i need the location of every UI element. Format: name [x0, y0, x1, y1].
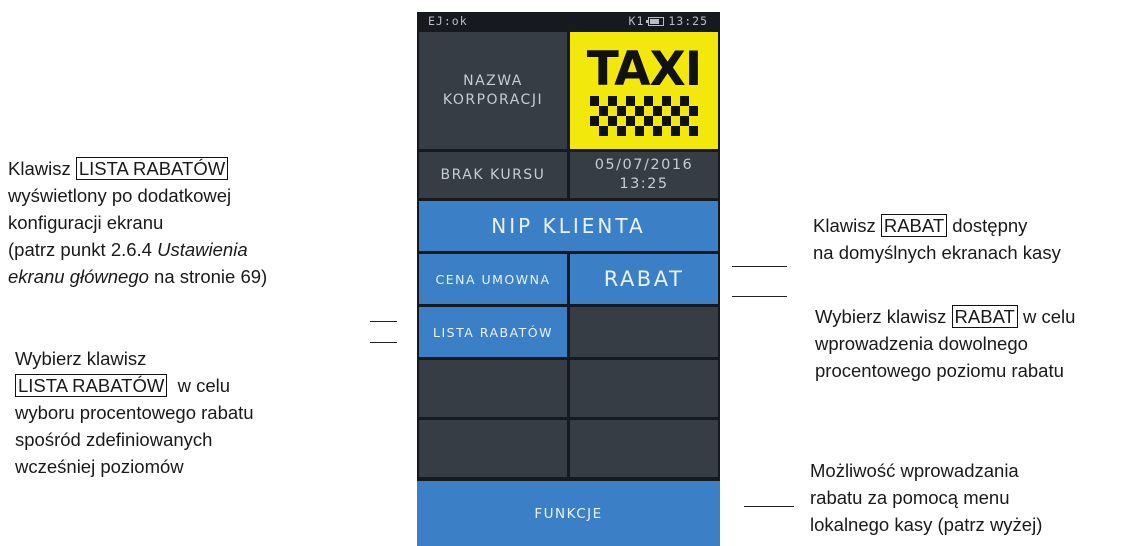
discount-list-label: LISTA RABATÓW [433, 324, 553, 340]
functions-button[interactable]: FUNKCJE [417, 481, 720, 546]
date-display: 05/07/2016 [594, 157, 694, 173]
note-text: wyboru procentowego rabatu [15, 402, 254, 423]
note-text: Klawisz [8, 158, 76, 179]
leader-line [744, 506, 794, 507]
corporation-name: NAZWA KORPORACJI [442, 72, 544, 108]
note-text: wcześniej poziomów [15, 456, 184, 477]
taxi-logo-text: TAXI [586, 41, 703, 97]
discount-button[interactable]: RABAT [570, 254, 718, 304]
empty-key[interactable] [570, 360, 718, 417]
leader-line [370, 321, 397, 322]
annotation-discount-menu: Możliwość wprowadzania rabatu za pomocą … [810, 457, 1042, 538]
key-label-discount-list: LISTA RABATÓW [15, 374, 168, 397]
note-text: w celu [1017, 306, 1076, 327]
key-label-discount-list: LISTA RABATÓW [75, 157, 229, 180]
client-nip-button[interactable]: NIP KLIENTA [419, 201, 718, 251]
note-reference: ekranu głównego [8, 266, 149, 287]
note-reference: Ustawienia [157, 239, 248, 260]
note-text: konfiguracji ekranu [8, 212, 164, 233]
annotation-discount-list-select: Wybierz klawisz LISTA RABATÓW w celu wyb… [15, 345, 254, 480]
key-label-discount: RABAT [951, 305, 1018, 328]
note-text: dostępny [947, 215, 1028, 236]
ride-status-tile: BRAK KURSU [419, 152, 567, 198]
status-journal: EJ:ok [428, 14, 468, 28]
annotation-discount-default: Klawisz RABAT dostępny na domyślnych ekr… [813, 212, 1061, 266]
empty-key[interactable] [570, 420, 718, 477]
status-clock: 13:25 [668, 14, 708, 28]
note-text: rabatu za pomocą menu [810, 487, 1010, 508]
discount-list-button[interactable]: LISTA RABATÓW [419, 307, 567, 357]
empty-key[interactable] [419, 360, 567, 417]
client-nip-label: NIP KLIENTA [491, 214, 646, 238]
note-text: Klawisz [813, 215, 881, 236]
leader-line [370, 342, 397, 343]
note-text: procentowego poziomu rabatu [815, 360, 1064, 381]
datetime-tile: 05/07/2016 13:25 [570, 152, 718, 198]
note-text: spośród zdefiniowanych [15, 429, 213, 450]
ride-status: BRAK KURSU [440, 167, 546, 183]
corporation-name-tile: NAZWA KORPORACJI [419, 32, 567, 149]
agreed-price-button[interactable]: CENA UMOWNA [419, 254, 567, 304]
functions-label: FUNKCJE [534, 505, 603, 522]
note-text: Wybierz klawisz [15, 348, 147, 369]
key-label-discount: RABAT [880, 214, 948, 237]
time-display: 13:25 [619, 176, 669, 192]
annotation-discount-list-config: Klawisz LISTA RABATÓW wyświetlony po dod… [8, 155, 267, 290]
note-text: na stronie 69) [148, 266, 268, 287]
note-text: wprowadzenia dowolnego [815, 333, 1028, 354]
note-text: na domyślnych ekranach kasy [813, 242, 1061, 263]
note-text: (patrz punkt 2.6.4 [8, 239, 158, 260]
note-text: wyświetlony po dodatkowej [8, 185, 232, 206]
cash-register-screen: EJ:ok K1 13:25 NAZWA KORPORACJI TAXI BRA… [417, 12, 720, 546]
agreed-price-label: CENA UMOWNA [435, 271, 551, 287]
discount-label: RABAT [603, 267, 685, 291]
status-register: K1 [628, 14, 645, 28]
empty-key[interactable] [419, 420, 567, 477]
note-text: lokalnego kasy (patrz wyżej) [810, 514, 1043, 535]
battery-icon [646, 16, 665, 26]
note-text: w celu [167, 375, 231, 396]
status-bar: EJ:ok K1 13:25 [417, 12, 720, 30]
note-text: Możliwość wprowadzania [810, 460, 1019, 481]
annotation-discount-enter: Wybierz klawisz RABAT w celu wprowadzeni… [815, 303, 1075, 384]
note-text: Wybierz klawisz [815, 306, 952, 327]
taxi-logo: TAXI [570, 32, 718, 149]
leader-line [732, 266, 787, 267]
leader-line [732, 296, 787, 297]
checkered-pattern-icon [590, 95, 698, 136]
empty-key[interactable] [570, 307, 718, 357]
